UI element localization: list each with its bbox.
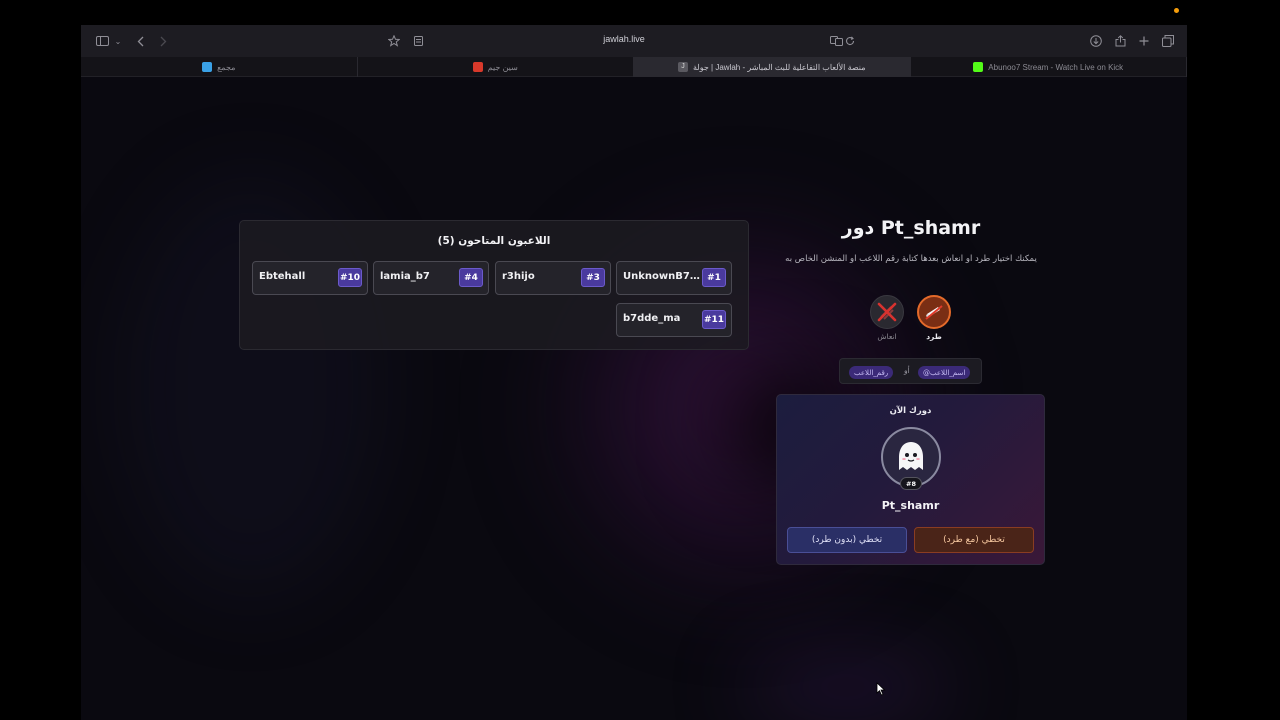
sidebar-icon[interactable] — [95, 33, 109, 49]
current-player-name: Pt_shamr — [881, 499, 940, 512]
reload-icon[interactable] — [844, 33, 856, 49]
tab-label: سين جيم — [487, 62, 518, 72]
player-number-badge: #8 — [900, 477, 922, 490]
translate-icon[interactable] — [829, 33, 843, 49]
player-card[interactable]: Ebtehall #10 — [252, 261, 368, 295]
address-bar[interactable]: jawlah.live — [381, 32, 867, 50]
skip-without-kick-button[interactable]: تخطي (بدون طرد) — [787, 527, 907, 553]
current-turn-card: دورك الآن #8 Pt_shamr تخطي (بدون طرد) تخ… — [776, 394, 1045, 565]
tab-label: Abunoo7 Stream - Watch Live on Kick — [988, 62, 1124, 72]
skip-with-kick-button[interactable]: تخطي (مع طرد) — [914, 527, 1034, 553]
tab-seen-jeem[interactable]: سين جيم — [358, 57, 634, 77]
number-chip: رقم_اللاعب — [849, 366, 894, 379]
recording-indicator — [1174, 8, 1179, 13]
tab-kick[interactable]: Abunoo7 Stream - Watch Live on Kick — [911, 57, 1187, 77]
url-text: jawlah.live — [603, 34, 645, 44]
revive-icon — [870, 295, 904, 329]
plus-icon[interactable] — [1137, 33, 1151, 49]
download-icon[interactable] — [1089, 33, 1103, 49]
player-name: UnknownB7p... — [623, 271, 703, 282]
player-name: r3hijo — [502, 271, 535, 282]
kick-label: طرد — [926, 332, 942, 341]
tab-jawlah[interactable]: J جولة | Jawlah - منصة الألعاب التفاعلية… — [634, 57, 911, 77]
background-glow — [741, 657, 951, 717]
mouse-cursor-icon — [876, 681, 886, 700]
player-number-badge: #11 — [702, 310, 726, 329]
panel-title: اللاعبون المتاحون (5) — [437, 235, 551, 247]
tab-majma[interactable]: مجمع — [81, 57, 358, 77]
player-number-badge: #3 — [581, 268, 605, 287]
ghost-icon — [899, 442, 923, 470]
tab-favicon: J — [677, 62, 688, 72]
command-hint: @اسم_اللاعب أو رقم_اللاعب — [839, 358, 982, 384]
player-name: b7dde_ma — [623, 313, 681, 324]
tabs-icon[interactable] — [1161, 33, 1175, 49]
turn-instructions: يمكنك اختيار طرد او انعاش بعدها كتابة رق… — [785, 254, 1037, 264]
tab-bar: مجمع سين جيم J جولة | Jawlah - منصة الأل… — [81, 57, 1187, 77]
player-card[interactable]: r3hijo #3 — [495, 261, 611, 295]
chevron-down-icon[interactable]: ⌄ — [114, 33, 122, 49]
share-icon[interactable] — [1113, 33, 1127, 49]
tab-label: مجمع — [217, 62, 236, 72]
mention-chip: @اسم_اللاعب — [918, 366, 971, 379]
hint-or-text: أو — [904, 366, 910, 375]
tab-label: جولة | Jawlah - منصة الألعاب التفاعلية ل… — [692, 62, 866, 72]
tab-favicon — [202, 62, 213, 72]
kick-action[interactable]: طرد — [914, 295, 954, 341]
tab-favicon — [973, 62, 984, 72]
your-turn-now-label: دورك الآن — [889, 406, 932, 416]
page-content: اللاعبون المتاحون (5) UnknownB7p... #1 r… — [81, 77, 1187, 720]
tab-favicon — [472, 62, 483, 72]
browser-window: ⌄ jawlah.live مجمع سين جيم J جولة | Jawl… — [81, 25, 1187, 720]
kick-icon — [917, 295, 951, 329]
player-card[interactable]: b7dde_ma #11 — [616, 303, 732, 337]
browser-toolbar: ⌄ jawlah.live — [81, 25, 1187, 57]
revive-action[interactable]: انعاش — [867, 295, 907, 341]
player-name: lamia_b7 — [380, 271, 430, 282]
player-number-badge: #1 — [702, 268, 726, 287]
available-players-panel: اللاعبون المتاحون (5) UnknownB7p... #1 r… — [239, 220, 749, 350]
player-number-badge: #10 — [338, 268, 362, 287]
player-number-badge: #4 — [459, 268, 483, 287]
turn-title: دور Pt_shamr — [841, 217, 981, 239]
chevron-left-icon[interactable] — [134, 33, 146, 49]
revive-label: انعاش — [877, 332, 897, 341]
player-card[interactable]: UnknownB7p... #1 — [616, 261, 732, 295]
chevron-right-icon[interactable] — [157, 33, 169, 49]
player-card[interactable]: lamia_b7 #4 — [373, 261, 489, 295]
player-name: Ebtehall — [259, 271, 306, 282]
